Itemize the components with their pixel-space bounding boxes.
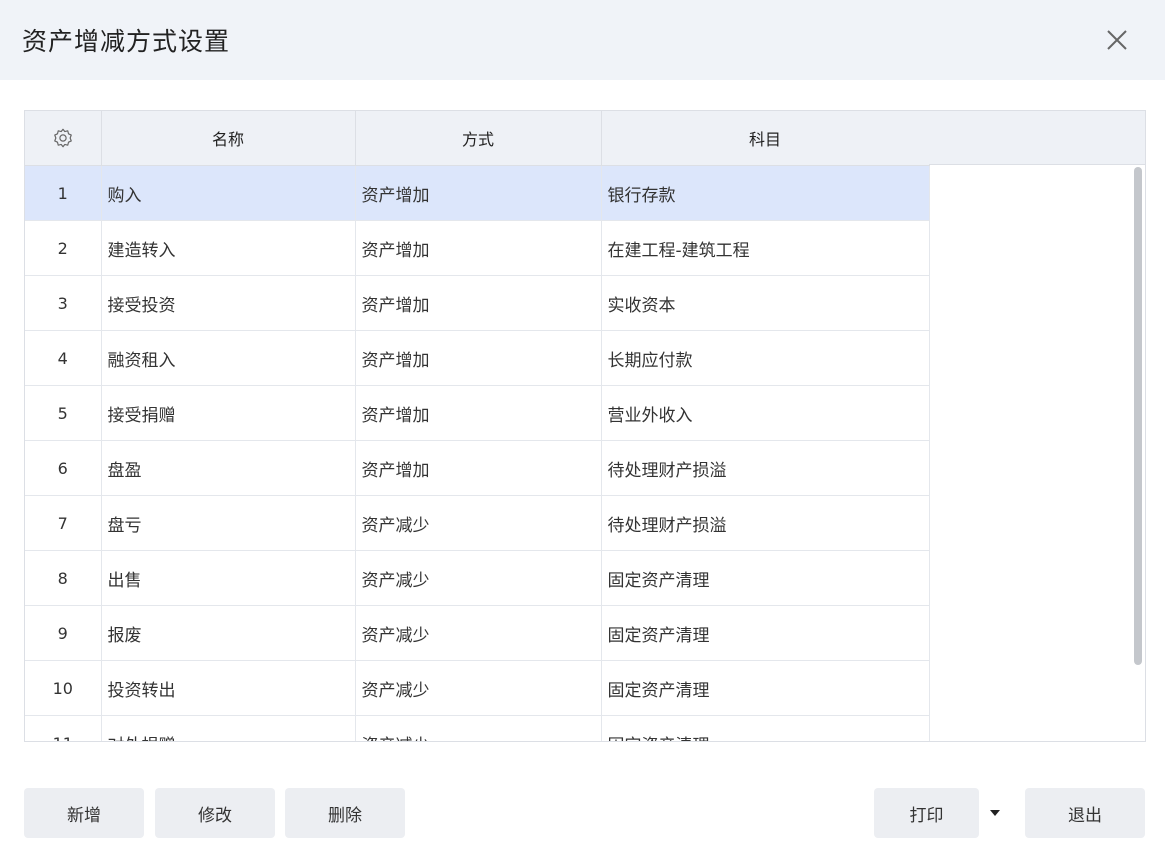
- table-row[interactable]: 3 接受投资 资产增加 实收资本: [25, 275, 930, 331]
- row-index[interactable]: 2: [25, 220, 102, 276]
- header-filler: [929, 111, 1145, 165]
- grid-header-row: 名称 方式 科目: [25, 111, 930, 166]
- row-index[interactable]: 4: [25, 330, 102, 386]
- table-row[interactable]: 5 接受捐赠 资产增加 营业外收入: [25, 385, 930, 441]
- row-index[interactable]: 3: [25, 275, 102, 331]
- row-account[interactable]: 营业外收入: [601, 385, 930, 441]
- row-index[interactable]: 5: [25, 385, 102, 441]
- exit-button[interactable]: 退出: [1025, 788, 1145, 838]
- row-method[interactable]: 资产减少: [355, 550, 602, 606]
- row-name[interactable]: 购入: [101, 165, 356, 221]
- row-name[interactable]: 报废: [101, 605, 356, 661]
- column-header-account[interactable]: 科目: [601, 111, 930, 166]
- row-name[interactable]: 建造转入: [101, 220, 356, 276]
- row-account[interactable]: 固定资产清理: [601, 550, 930, 606]
- row-name[interactable]: 对外捐赠: [101, 715, 356, 741]
- edit-button[interactable]: 修改: [155, 788, 275, 838]
- table-row[interactable]: 10 投资转出 资产减少 固定资产清理: [25, 660, 930, 716]
- row-index[interactable]: 7: [25, 495, 102, 551]
- column-header-name[interactable]: 名称: [101, 111, 356, 166]
- row-index[interactable]: 1: [25, 165, 102, 221]
- row-method[interactable]: 资产减少: [355, 495, 602, 551]
- row-account[interactable]: 银行存款: [601, 165, 930, 221]
- row-name[interactable]: 接受捐赠: [101, 385, 356, 441]
- gear-icon: [53, 128, 72, 148]
- close-icon: [1107, 30, 1127, 50]
- row-method[interactable]: 资产增加: [355, 385, 602, 441]
- row-method[interactable]: 资产增加: [355, 330, 602, 386]
- row-account[interactable]: 长期应付款: [601, 330, 930, 386]
- row-name[interactable]: 投资转出: [101, 660, 356, 716]
- grid-table: 名称 方式 科目 1 购入 资产增加 银行存款 2 建造转入 资产增加 在建工程-建筑工程 3 接…: [25, 111, 930, 741]
- table-row[interactable]: 11对外捐赠资产减少固定资产清理: [25, 715, 930, 741]
- row-name[interactable]: 盘亏: [101, 495, 356, 551]
- print-dropdown-button[interactable]: [983, 788, 1007, 838]
- close-button[interactable]: [1097, 20, 1137, 60]
- grid-settings-header[interactable]: [25, 111, 102, 166]
- row-method[interactable]: 资产减少: [355, 715, 602, 741]
- row-method[interactable]: 资产增加: [355, 165, 602, 221]
- row-index[interactable]: 8: [25, 550, 102, 606]
- table-row[interactable]: 9 报废 资产减少 固定资产清理: [25, 605, 930, 661]
- row-index[interactable]: 11: [25, 715, 102, 741]
- asset-method-grid: 名称 方式 科目 1 购入 资产增加 银行存款 2 建造转入 资产增加 在建工程-建筑工程 3 接…: [24, 110, 1146, 742]
- row-method[interactable]: 资产增加: [355, 275, 602, 331]
- dialog-title: 资产增减方式设置: [22, 27, 231, 56]
- print-button[interactable]: 打印: [874, 788, 979, 838]
- row-account[interactable]: 待处理财产损溢: [601, 440, 930, 496]
- row-name[interactable]: 融资租入: [101, 330, 356, 386]
- row-name[interactable]: 出售: [101, 550, 356, 606]
- row-account[interactable]: 在建工程-建筑工程: [601, 220, 930, 276]
- table-row[interactable]: 1 购入 资产增加 银行存款: [25, 165, 930, 221]
- add-button[interactable]: 新增: [24, 788, 144, 838]
- row-account[interactable]: 固定资产清理: [601, 660, 930, 716]
- dialog-title-bar: 资产增减方式设置: [0, 0, 1165, 80]
- table-row[interactable]: 6 盘盈 资产增加 待处理财产损溢: [25, 440, 930, 496]
- row-index[interactable]: 10: [25, 660, 102, 716]
- row-account[interactable]: 固定资产清理: [601, 715, 930, 741]
- column-header-method[interactable]: 方式: [355, 111, 602, 166]
- row-method[interactable]: 资产增加: [355, 220, 602, 276]
- caret-down-icon: [990, 810, 1000, 816]
- row-index[interactable]: 6: [25, 440, 102, 496]
- row-account[interactable]: 固定资产清理: [601, 605, 930, 661]
- table-row[interactable]: 4 融资租入 资产增加 长期应付款: [25, 330, 930, 386]
- row-method[interactable]: 资产减少: [355, 605, 602, 661]
- row-name[interactable]: 接受投资: [101, 275, 356, 331]
- row-name[interactable]: 盘盈: [101, 440, 356, 496]
- scrollbar-thumb[interactable]: [1134, 167, 1142, 665]
- row-method[interactable]: 资产增加: [355, 440, 602, 496]
- table-row[interactable]: 8 出售 资产减少 固定资产清理: [25, 550, 930, 606]
- grid-body: 1 购入 资产增加 银行存款 2 建造转入 资产增加 在建工程-建筑工程 3 接受投资 资产增加 实收…: [25, 165, 930, 741]
- table-row[interactable]: 7 盘亏 资产减少 待处理财产损溢: [25, 495, 930, 551]
- delete-button[interactable]: 删除: [285, 788, 405, 838]
- row-method[interactable]: 资产减少: [355, 660, 602, 716]
- row-index[interactable]: 9: [25, 605, 102, 661]
- row-account[interactable]: 待处理财产损溢: [601, 495, 930, 551]
- row-account[interactable]: 实收资本: [601, 275, 930, 331]
- table-row[interactable]: 2 建造转入 资产增加 在建工程-建筑工程: [25, 220, 930, 276]
